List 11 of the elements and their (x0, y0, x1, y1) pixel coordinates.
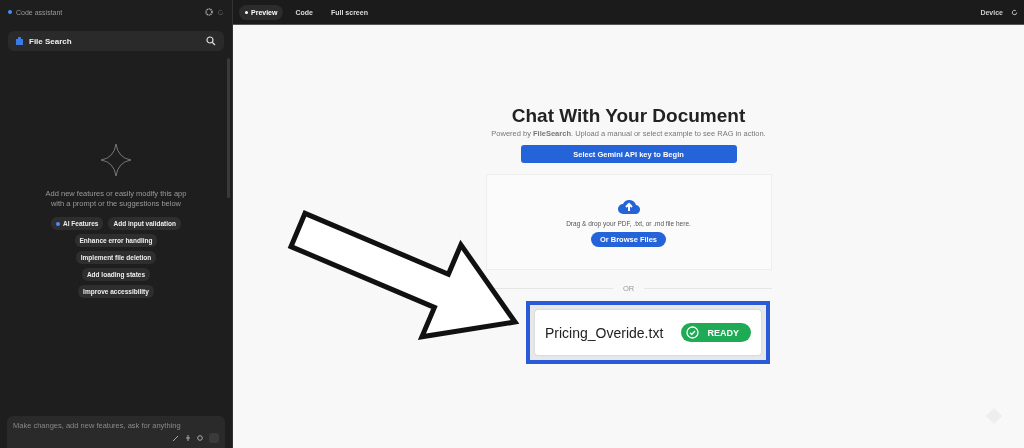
status-badge: READY (681, 323, 751, 342)
search-icon[interactable] (206, 36, 216, 46)
check-circle-icon (686, 326, 700, 339)
mic-icon[interactable] (197, 435, 203, 441)
settings-icon[interactable] (205, 8, 213, 16)
file-search-item[interactable]: File Search (8, 31, 224, 51)
page-heading: Chat With Your Document (511, 105, 746, 127)
upload-cloud-icon (617, 197, 640, 214)
file-icon (16, 37, 23, 45)
file-name: Pricing_Overide.txt (545, 324, 665, 341)
wand-icon[interactable] (173, 435, 179, 441)
